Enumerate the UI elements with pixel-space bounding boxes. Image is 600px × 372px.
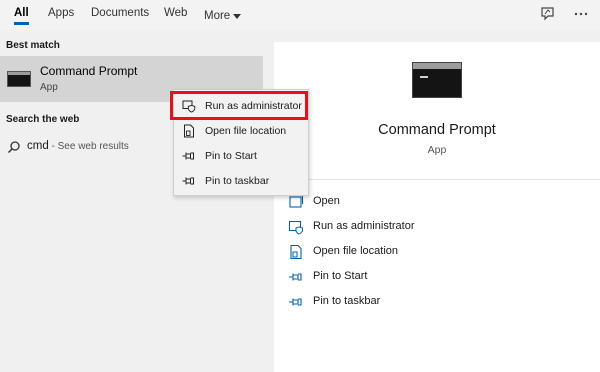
context-menu-run-as-administrator[interactable]: Run as administrator [170,91,308,120]
tab-more-label: More [204,10,231,22]
action-pin-to-start[interactable]: Pin to Start [288,267,588,287]
context-menu: Run as administrator Open file location … [170,89,309,196]
tab-apps[interactable]: Apps [48,6,74,26]
shield-window-icon [288,220,303,235]
context-menu-open-file-location[interactable]: Open file location [174,119,308,143]
feedback-icon[interactable] [539,5,557,23]
web-result-text: cmd - See web results [27,140,129,152]
preview-subtitle: App [427,144,447,156]
file-location-icon [290,244,302,260]
pin-icon [289,273,302,281]
search-filter-tabs: All Apps Documents Web More [0,0,600,30]
divider [274,179,600,180]
tab-web[interactable]: Web [164,6,187,26]
context-menu-pin-to-start[interactable]: Pin to Start [174,144,308,168]
action-run-as-administrator[interactable]: Run as administrator [288,217,588,237]
web-query: cmd [27,140,49,152]
results-pane: Best match Command Prompt App Search the… [0,30,270,372]
pin-icon [182,152,194,160]
action-open-label: Open [313,195,340,207]
search-web-heading: Search the web [6,114,80,125]
action-pin-to-taskbar[interactable]: Pin to taskbar [288,292,588,312]
action-run-as-administrator-label: Run as administrator [313,220,415,232]
context-menu-open-file-location-label: Open file location [205,125,287,137]
action-pin-to-taskbar-label: Pin to taskbar [313,295,381,307]
action-pin-to-start-label: Pin to Start [313,270,368,282]
preview-title: Command Prompt [378,122,496,138]
ellipsis-icon[interactable] [572,5,590,23]
preview-pane: Command Prompt App Open Run as administr… [274,42,600,372]
action-open-file-location[interactable]: Open file location [288,242,588,262]
action-open[interactable]: Open [288,192,588,212]
file-location-icon [184,124,194,138]
context-menu-pin-to-taskbar[interactable]: Pin to taskbar [174,169,308,193]
pin-icon [289,298,302,306]
context-menu-pin-to-start-label: Pin to Start [205,150,257,162]
tab-documents[interactable]: Documents [91,6,149,26]
web-hint: - See web results [48,141,129,152]
cmd-icon [412,62,462,98]
context-menu-pin-to-taskbar-label: Pin to taskbar [205,175,270,187]
best-match-heading: Best match [6,40,60,51]
tab-more[interactable]: More [204,6,242,26]
pin-icon [182,177,194,185]
open-icon [289,194,304,208]
cmd-icon [7,71,31,87]
context-menu-run-as-administrator-label: Run as administrator [205,100,302,112]
chevron-down-icon [233,14,242,19]
best-match-subtitle: App [40,82,58,93]
shield-window-icon [182,100,196,113]
search-icon [7,141,20,154]
action-open-file-location-label: Open file location [313,245,398,257]
best-match-title: Command Prompt [40,64,138,78]
tab-all[interactable]: All [14,6,29,26]
